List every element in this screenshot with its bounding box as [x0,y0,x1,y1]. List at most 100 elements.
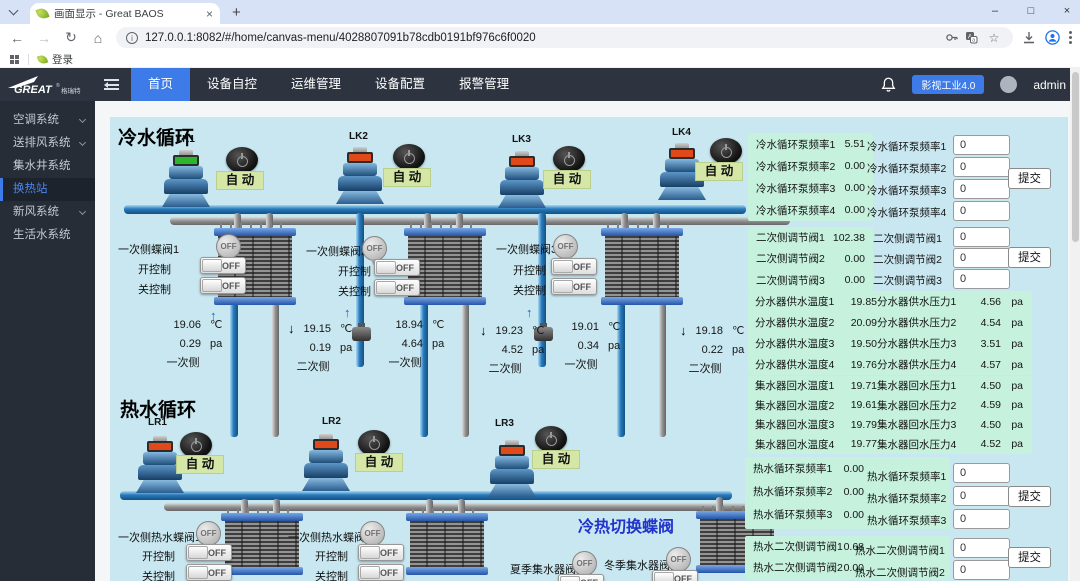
setpoint-input[interactable] [953,227,1010,247]
power-button[interactable] [710,138,742,164]
auto-mode-chip[interactable]: 自 动 [355,453,403,472]
pump-status-indicator [669,148,695,159]
nav-item-ops[interactable]: 运维管理 [274,68,358,101]
page-scrollbar[interactable] [1070,68,1080,581]
sidebar-item-heat-exchange[interactable]: 换热站 [0,178,95,201]
sidebar-item-exhaust[interactable]: 送排风系统 [0,132,95,155]
open-control-toggle[interactable]: OFF [652,570,698,581]
setpoint-input[interactable] [953,179,1010,199]
open-control-toggle[interactable]: OFF [558,574,604,581]
sidebar-item-sump[interactable]: 集水井系统 [0,155,95,178]
butterfly-valve-indicator[interactable]: OFF [196,521,221,546]
open-control-toggle[interactable]: OFF [358,544,404,561]
site-info-icon[interactable]: i [126,32,138,44]
setpoint-label: 热水循环泵频率2 [867,491,942,506]
download-icon[interactable] [1022,31,1036,45]
pump-label: LR3 [495,418,514,429]
auto-mode-chip[interactable]: 自 动 [543,170,591,189]
table-row: 冷水循环泵频率20.00 [748,155,873,177]
brand-logo[interactable]: GREAT ® 格瑞特 [0,68,92,101]
butterfly-valve-indicator[interactable]: OFF [553,234,578,259]
close-button[interactable]: × [1060,5,1074,17]
butterfly-valve-indicator[interactable]: OFF [216,234,241,259]
sidebar-item-domestic-water[interactable]: 生活水系统 [0,224,95,247]
auto-mode-chip[interactable]: 自 动 [176,455,224,474]
auto-mode-chip[interactable]: 自 动 [532,450,580,469]
setpoint-input[interactable] [953,269,1010,289]
open-control-toggle[interactable]: OFF [200,257,246,274]
flow-down-arrow: ↓ [680,323,687,338]
sidebar-item-fresh-air[interactable]: 新风系统 [0,201,95,224]
auto-mode-chip[interactable]: 自 动 [216,171,264,190]
profile-icon[interactable] [1045,30,1060,45]
butterfly-valve-indicator[interactable]: OFF [360,521,385,546]
bookmark-star-icon[interactable]: ☆ [985,31,1003,45]
nav-item-home[interactable]: 首页 [131,68,190,101]
tab-close-icon[interactable]: × [206,9,213,19]
back-icon[interactable]: ← [8,30,26,46]
key-icon[interactable] [945,31,958,44]
translate-icon[interactable]: Aa [965,31,978,44]
minimize-button[interactable]: – [988,5,1002,17]
bookmark-item[interactable]: 登录 [38,52,73,67]
setpoint-input[interactable] [953,560,1010,580]
setpoint-input[interactable] [953,201,1010,221]
flow-up-arrow: ↑ [344,305,351,320]
setpoint-input[interactable] [953,509,1010,529]
submit-button[interactable]: 提交 [1008,547,1051,568]
close-control-toggle[interactable]: OFF [186,564,232,581]
menu-kebab-icon[interactable] [1069,31,1072,44]
setpoint-input[interactable] [953,248,1010,268]
setpoint-input[interactable] [953,486,1010,506]
auto-mode-chip[interactable]: 自 动 [383,168,431,187]
close-control-label: 关控制 [142,568,175,581]
sidebar-item-hvac[interactable]: 空调系统 [0,109,95,132]
setpoint-input[interactable] [953,157,1010,177]
pump-status-indicator [147,441,173,452]
tab-search-chevron-icon[interactable] [9,6,19,16]
power-button[interactable] [553,146,585,172]
user-avatar[interactable] [1000,76,1017,93]
butterfly-valve-indicator[interactable]: OFF [666,547,691,572]
butterfly-valve-indicator[interactable]: OFF [572,551,597,576]
close-control-toggle[interactable]: OFF [551,278,597,295]
pump-lk1 [162,150,210,208]
home-icon[interactable]: ⌂ [89,30,107,46]
apps-grid-icon[interactable] [10,55,19,64]
close-control-toggle[interactable]: OFF [200,277,246,294]
scrollbar-thumb[interactable] [1072,72,1079,242]
open-control-toggle[interactable]: OFF [186,544,232,561]
browser-tab[interactable]: 画面显示 - Great BAOS × [30,3,220,24]
tab-title: 画面显示 - Great BAOS [54,6,200,21]
setpoint-label: 二次侧调节阀3 [865,273,942,288]
setpoint-input[interactable] [953,463,1010,483]
close-control-toggle[interactable]: OFF [358,564,404,581]
power-button[interactable] [226,147,258,173]
valve-label: 一次侧蝶阀2 [306,243,367,259]
power-button[interactable] [535,426,567,452]
submit-button[interactable]: 提交 [1008,247,1051,268]
pump-label: LK4 [672,127,691,138]
open-control-toggle[interactable]: OFF [374,259,420,276]
setpoint-input[interactable] [953,538,1010,558]
open-control-toggle[interactable]: OFF [551,258,597,275]
username[interactable]: admin [1033,78,1066,92]
maximize-button[interactable]: □ [1024,5,1038,17]
butterfly-valve-indicator[interactable]: OFF [362,236,387,261]
setpoint-label: 冷水循环泵频率3 [867,183,942,198]
url-text[interactable]: 127.0.0.1:8082/#/home/canvas-menu/402880… [145,32,938,44]
setpoint-input[interactable] [953,135,1010,155]
nav-item-device-config[interactable]: 设备配置 [358,68,442,101]
power-button[interactable] [393,144,425,170]
close-control-toggle[interactable]: OFF [374,279,420,296]
submit-button[interactable]: 提交 [1008,168,1051,189]
collapse-menu-icon[interactable] [104,79,119,90]
new-tab-button[interactable]: + [232,4,241,21]
bell-icon[interactable] [881,77,896,93]
reload-icon[interactable]: ↻ [62,29,80,46]
address-bar[interactable]: i 127.0.0.1:8082/#/home/canvas-menu/4028… [116,27,1013,48]
submit-button[interactable]: 提交 [1008,486,1051,507]
nav-item-device-control[interactable]: 设备自控 [190,68,274,101]
nav-item-alarm[interactable]: 报警管理 [442,68,526,101]
auto-mode-chip[interactable]: 自 动 [695,162,743,181]
